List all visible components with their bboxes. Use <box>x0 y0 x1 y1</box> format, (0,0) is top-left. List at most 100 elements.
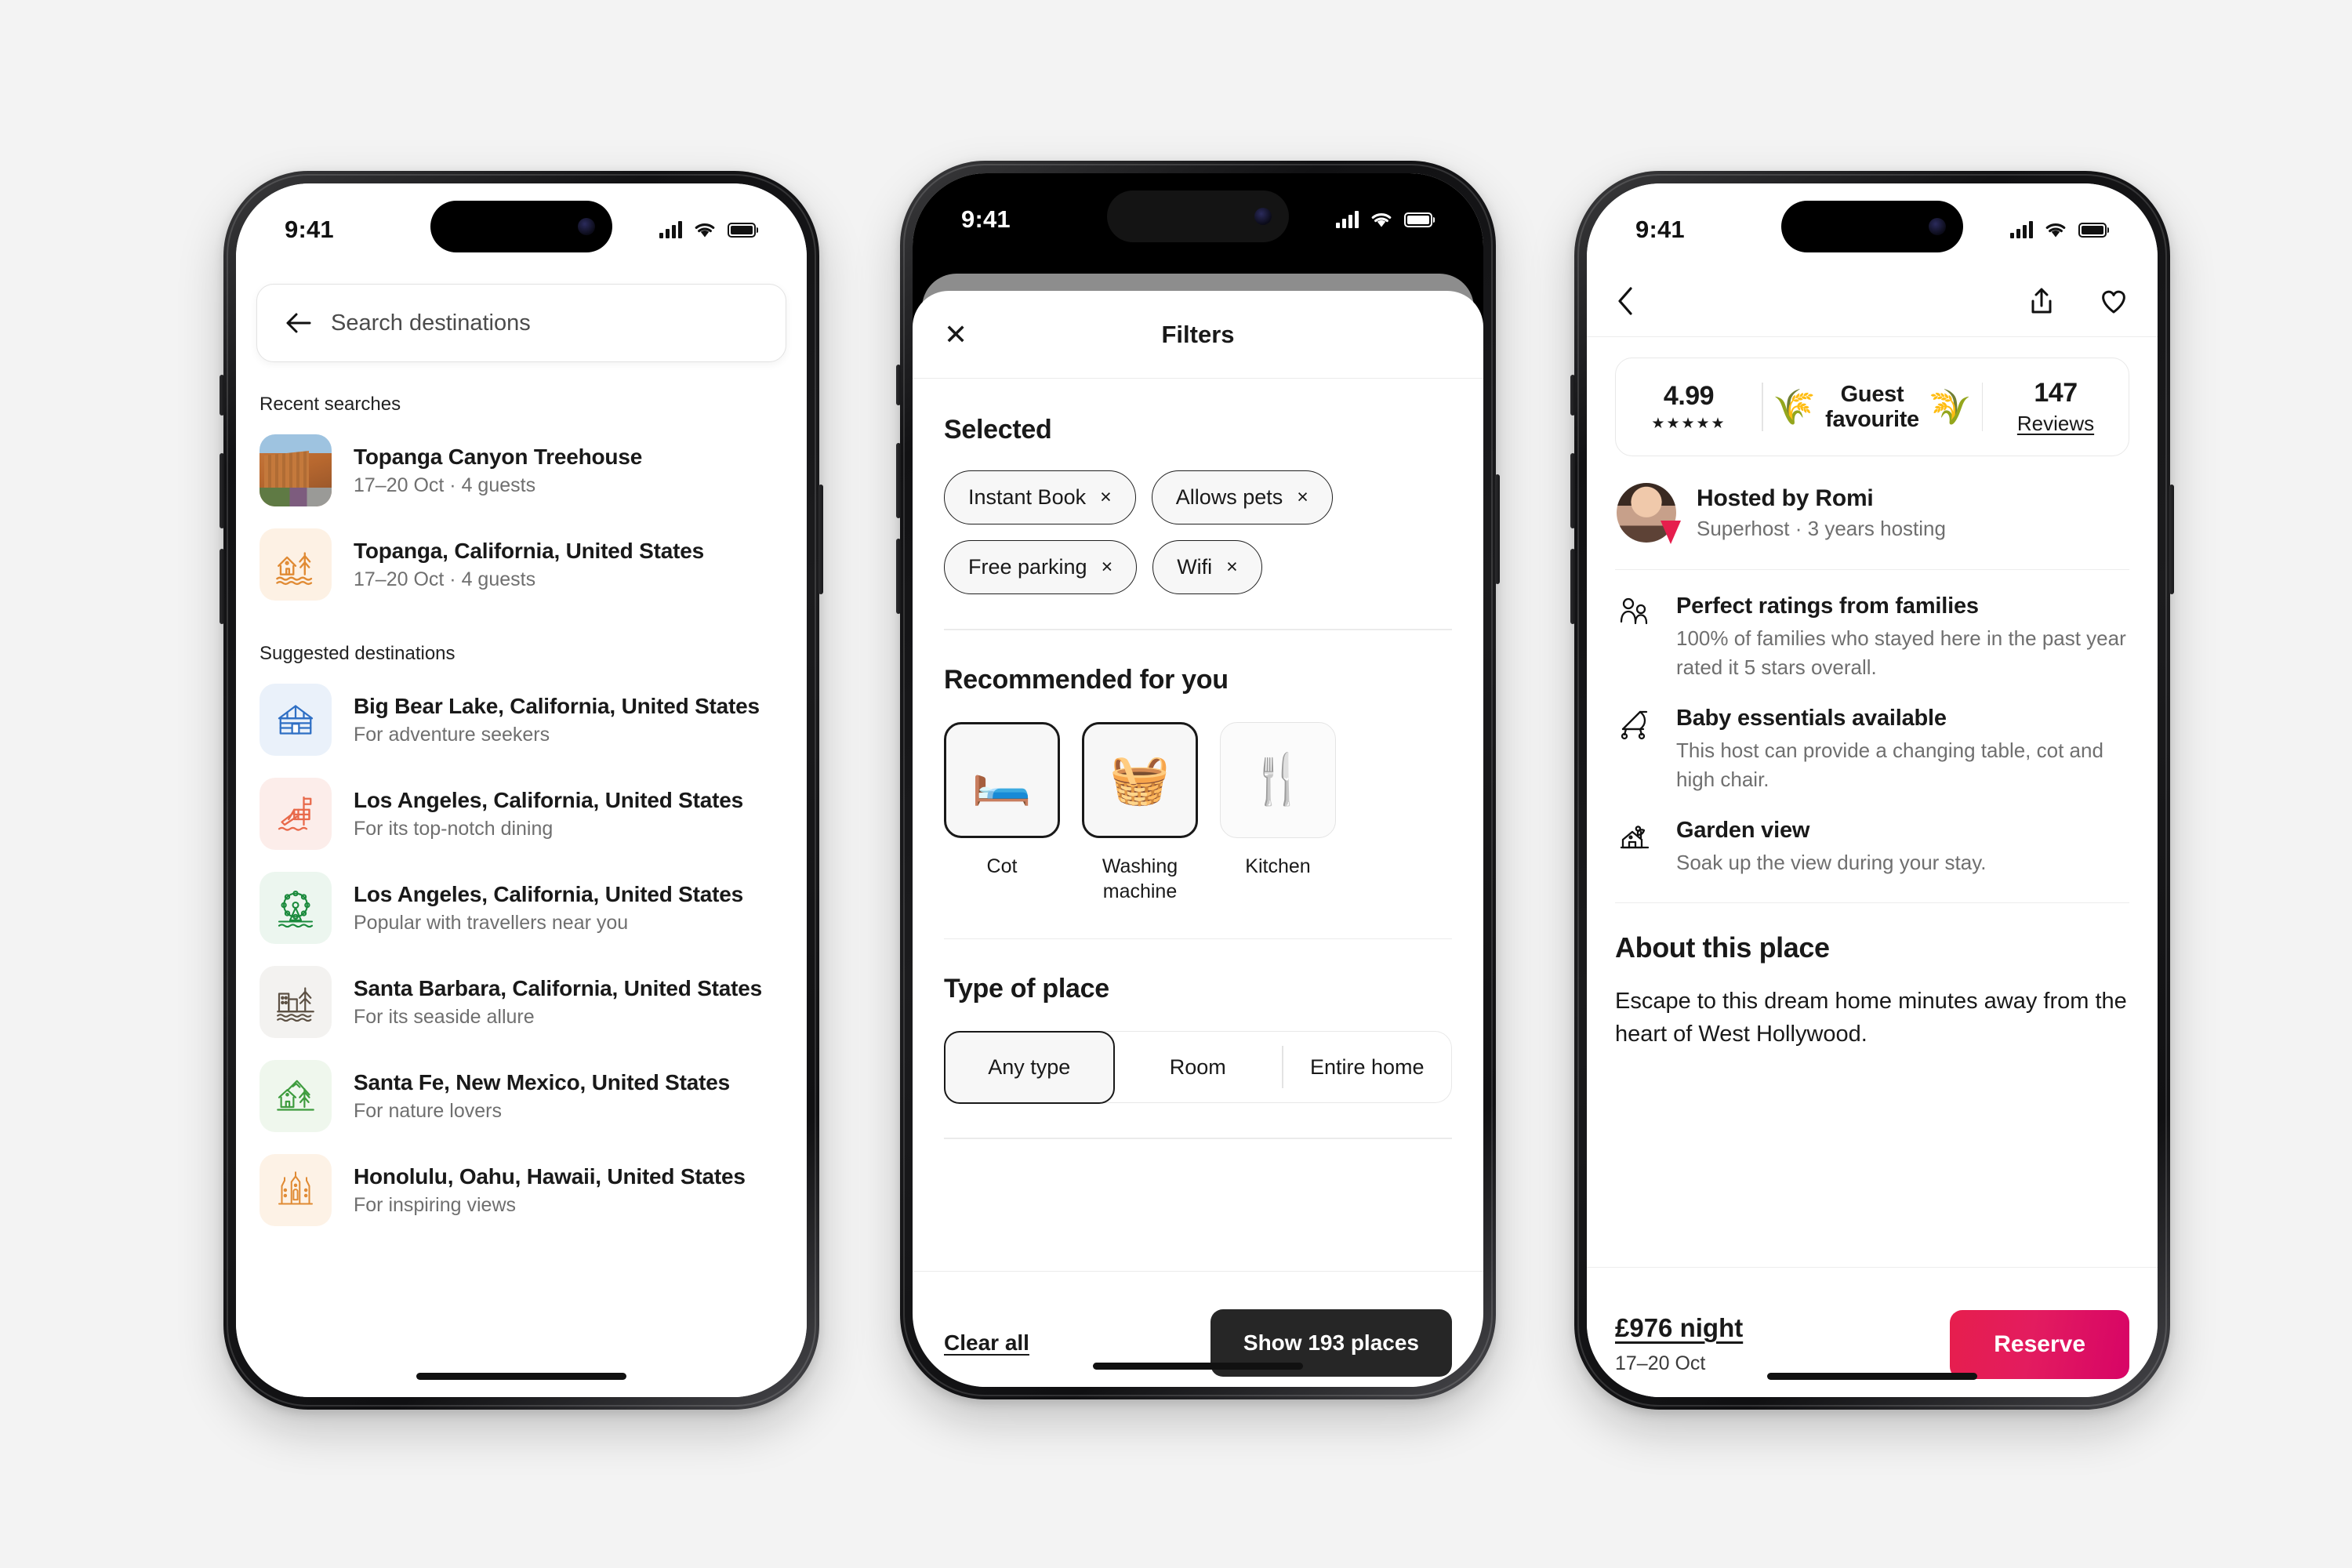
status-time: 9:41 <box>285 216 334 243</box>
list-item[interactable]: Los Angeles, California, United States P… <box>236 861 807 955</box>
back-arrow-icon[interactable] <box>284 311 312 335</box>
list-item[interactable]: Topanga Canyon Treehouse 17–20 Oct · 4 g… <box>236 423 807 517</box>
amenity-option-kitchen[interactable]: 🍴 Kitchen <box>1220 721 1336 904</box>
mute-switch[interactable] <box>1570 375 1575 416</box>
phone-search-screen: 9:41 Search destinations Recent searches… <box>220 171 823 1410</box>
stroller-icon <box>1617 706 1656 794</box>
chip-remove-icon[interactable]: × <box>1102 556 1113 579</box>
list-item[interactable]: Big Bear Lake, California, United States… <box>236 673 807 767</box>
amenity-option-washing-machine[interactable]: 🧺 Washing machine <box>1082 721 1198 904</box>
mute-switch[interactable] <box>896 365 901 405</box>
chip-label: Free parking <box>968 555 1087 579</box>
host-row[interactable]: Hosted by Romi Superhost · 3 years hosti… <box>1615 456 2129 570</box>
list-item[interactable]: Los Angeles, California, United States F… <box>236 767 807 861</box>
cellular-signal-icon <box>1336 211 1359 228</box>
list-item-subtitle: Popular with travellers near you <box>354 911 629 934</box>
host-meta: Superhost · 3 years hosting <box>1697 516 1946 540</box>
filters-sheet: ✕ Filters Selected Instant Book × Allows… <box>913 291 1483 1387</box>
gf-line-1: Guest <box>1840 381 1904 407</box>
filter-chip-instant-book[interactable]: Instant Book × <box>944 470 1136 524</box>
power-button[interactable] <box>1495 474 1500 584</box>
phone1-screen: 9:41 Search destinations Recent searches… <box>236 183 807 1397</box>
volume-up-button[interactable] <box>896 443 901 518</box>
chip-label: Allows pets <box>1175 485 1283 509</box>
feature-desc: Soak up the view during your stay. <box>1676 850 1987 874</box>
avatar <box>1617 483 1681 544</box>
feature-item-garden-view: Garden view Soak up the view during your… <box>1615 794 2129 877</box>
list-item-title: Topanga, California, United States <box>354 538 704 563</box>
cellular-signal-icon <box>2010 221 2033 238</box>
list-item[interactable]: Santa Fe, New Mexico, United States For … <box>236 1049 807 1143</box>
lifeguard-tower-icon <box>260 778 332 850</box>
camera-lens-icon <box>1254 208 1272 225</box>
amenity-label: Kitchen <box>1245 855 1311 877</box>
camera-lens-icon <box>1929 218 1946 235</box>
volume-up-button[interactable] <box>220 453 224 528</box>
reserve-button[interactable]: Reserve <box>1950 1309 2129 1379</box>
list-item[interactable]: Santa Barbara, California, United States… <box>236 955 807 1049</box>
home-indicator[interactable] <box>1767 1373 1977 1380</box>
log-cabin-icon <box>260 684 332 756</box>
list-item[interactable]: Topanga, California, United States 17–20… <box>236 517 807 612</box>
back-chevron-icon[interactable] <box>1615 285 1635 317</box>
list-item[interactable]: Honolulu, Oahu, Hawaii, United States Fo… <box>236 1143 807 1237</box>
list-item-subtitle: For inspiring views <box>354 1193 517 1216</box>
status-bar: 9:41 <box>913 173 1483 255</box>
status-bar: 9:41 <box>1587 183 2158 265</box>
chip-remove-icon[interactable]: × <box>1297 486 1308 509</box>
divider <box>944 1138 1452 1139</box>
close-icon[interactable]: ✕ <box>944 320 967 349</box>
heart-icon[interactable] <box>2098 285 2129 317</box>
power-button[interactable] <box>818 485 823 594</box>
list-item-title: Santa Fe, New Mexico, United States <box>354 1069 731 1094</box>
list-item-subtitle: For adventure seekers <box>354 723 550 746</box>
guest-favourite-badge: 🌾 Guest favourite 🌾 <box>1763 382 1982 433</box>
volume-down-button[interactable] <box>896 539 901 614</box>
amenity-label: Washing machine <box>1102 855 1178 902</box>
feature-list: Perfect ratings from families 100% of fa… <box>1615 570 2129 903</box>
list-item-title: Topanga Canyon Treehouse <box>354 444 643 469</box>
share-icon[interactable] <box>2027 285 2056 317</box>
list-item-subtitle: For its seaside allure <box>354 1005 535 1028</box>
battery-icon <box>728 222 756 238</box>
filter-chip-allows-pets[interactable]: Allows pets × <box>1151 470 1333 524</box>
divider <box>944 938 1452 939</box>
volume-up-button[interactable] <box>1570 453 1575 528</box>
volume-down-button[interactable] <box>220 549 224 624</box>
listing-header <box>1587 265 2158 337</box>
list-item-subtitle: For nature lovers <box>354 1099 502 1122</box>
amenity-option-cot[interactable]: 🛏️ Cot <box>944 721 1060 904</box>
segment-room[interactable]: Room <box>1114 1032 1283 1102</box>
search-input[interactable]: Search destinations <box>256 284 786 362</box>
list-item-subtitle: For its top-notch dining <box>354 817 554 840</box>
rating-score: 4.99 <box>1663 381 1715 411</box>
search-screen-body: Search destinations Recent searches Topa… <box>236 183 807 1397</box>
price-per-night[interactable]: £976 night <box>1615 1313 1743 1343</box>
stay-dates[interactable]: 17–20 Oct <box>1615 1352 1743 1375</box>
segment-entire-home[interactable]: Entire home <box>1283 1032 1452 1102</box>
page-title: Filters <box>1161 320 1235 348</box>
battery-cap-icon <box>757 227 758 233</box>
chip-remove-icon[interactable]: × <box>1226 556 1238 579</box>
chip-remove-icon[interactable]: × <box>1100 486 1112 509</box>
power-button[interactable] <box>2169 485 2174 594</box>
segment-any-type[interactable]: Any type <box>943 1030 1115 1104</box>
clear-all-button[interactable]: Clear all <box>944 1330 1029 1356</box>
divider <box>944 629 1452 630</box>
filter-chip-free-parking[interactable]: Free parking × <box>944 540 1138 594</box>
reviews-link[interactable]: Reviews <box>2017 412 2094 436</box>
reviews-cell[interactable]: 147 Reviews <box>1983 378 2129 436</box>
type-of-place-segmented-control: Any type Room Entire home <box>943 1030 1452 1104</box>
volume-down-button[interactable] <box>1570 549 1575 624</box>
filter-chip-wifi[interactable]: Wifi × <box>1152 540 1262 594</box>
mountain-cabin-icon <box>260 1060 332 1132</box>
list-item-title: Honolulu, Oahu, Hawaii, United States <box>354 1163 746 1189</box>
rating-summary-card: 4.99 ★★★★★ 🌾 Guest favourite 🌾 147 Revie… <box>1615 358 2129 456</box>
chip-label: Instant Book <box>968 485 1087 509</box>
recent-searches-label: Recent searches <box>260 394 401 415</box>
about-title: About this place <box>1615 931 1830 964</box>
home-indicator[interactable] <box>1093 1363 1303 1370</box>
home-indicator[interactable] <box>416 1373 626 1380</box>
mute-switch[interactable] <box>220 375 224 416</box>
guest-favourite-label: Guest favourite <box>1825 382 1919 433</box>
